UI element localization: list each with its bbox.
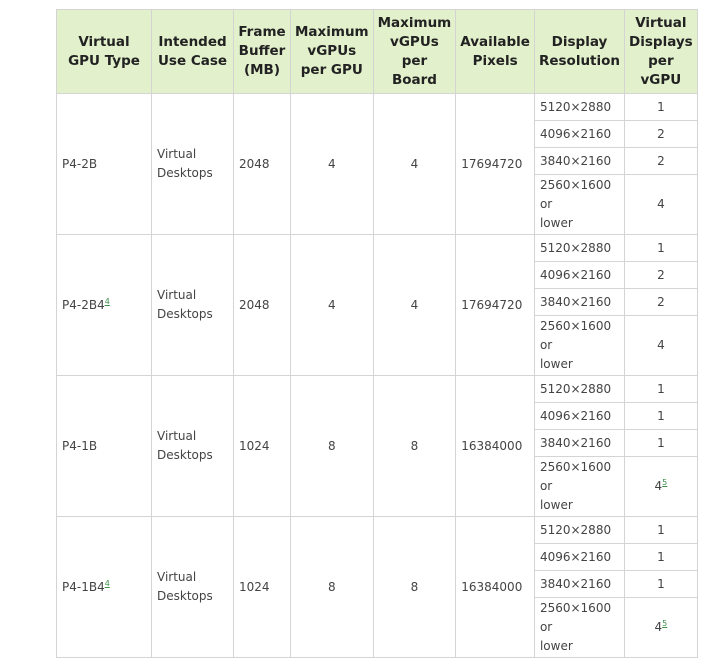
available-pixels-cell: 17694720	[455, 234, 535, 376]
table-row: P4-1B44 Virtual Desktops 1024 8 8 16384000 5120…	[56, 516, 698, 658]
max-vgpus-per-board-cell: 8	[372, 516, 457, 658]
header-cell: Display Resolution	[533, 9, 626, 94]
display-resolution-cell: 5120×2880	[533, 516, 626, 544]
header-text: Virtual	[635, 14, 687, 31]
header-cell: Available Pixels	[455, 9, 535, 94]
virtual-displays-cell: 45	[624, 456, 698, 517]
display-resolution-cell: 2560×1600 or lower	[533, 456, 626, 517]
header-text: vGPU	[640, 71, 682, 88]
max-vgpus-per-gpu-cell: 8	[290, 375, 374, 517]
header-cell: Maximum vGPUs per Board	[372, 9, 457, 94]
header-text: per GPU	[300, 62, 363, 78]
header-text: Resolution	[538, 52, 621, 69]
header-text: GPU Type	[68, 52, 140, 69]
virtual-displays-cell: 1	[624, 570, 698, 598]
display-resolution-cell: 3840×2160	[533, 147, 626, 175]
header-text: per	[648, 52, 674, 69]
available-pixels-cell: 16384000	[455, 375, 535, 517]
header-text: Display	[551, 33, 608, 50]
footnote-link[interactable]: 5	[662, 478, 667, 487]
header-text: per	[401, 52, 428, 69]
header-text: Displays	[629, 33, 693, 50]
display-resolution-cell: 5120×2880	[533, 234, 626, 262]
frame-buffer-cell: 1024	[233, 516, 291, 658]
display-resolution-cell: 4096×2160	[533, 543, 626, 571]
header-text: Maximum	[295, 24, 369, 40]
display-resolution-cell: 3840×2160	[533, 570, 626, 598]
virtual-displays-cell: 1	[624, 93, 698, 121]
header-cell: Maximum vGPUs per GPU	[290, 9, 374, 94]
use-case-cell: Virtual Desktops	[151, 93, 234, 235]
table-row: P4-2B Virtual Desktops 2048 4 4 17694720 5120×2…	[56, 93, 698, 235]
display-resolution-cell: 3840×2160	[533, 429, 626, 457]
virtual-displays-cell: 1	[624, 543, 698, 571]
virtual-displays-cell: 1	[624, 516, 698, 544]
header-text: Pixels	[472, 52, 518, 69]
virtual-displays-cell: 45	[624, 597, 698, 658]
virtual-displays-cell: 1	[624, 234, 698, 262]
available-pixels-cell: 16384000	[455, 516, 535, 658]
frame-buffer-cell: 1024	[233, 375, 291, 517]
virtual-displays-cell: 2	[624, 288, 698, 316]
virtual-displays-cell: 4	[624, 315, 698, 376]
header-text: Buffer	[238, 43, 286, 59]
display-resolution-cell: 2560×1600 or lower	[533, 174, 626, 235]
display-resolution-cell: 4096×2160	[533, 402, 626, 430]
display-resolution-cell: 5120×2880	[533, 375, 626, 403]
vgpu-type-table: Virtual GPU Type Intended Use Case Frame Bu…	[56, 9, 698, 658]
header-cell: Intended Use Case	[151, 9, 234, 94]
header-cell: Frame Buffer (MB)	[233, 9, 291, 94]
header-text: Intended	[158, 33, 227, 50]
display-resolution-cell: 5120×2880	[533, 93, 626, 121]
header-text: vGPUs	[390, 33, 439, 50]
virtual-displays-cell: 2	[624, 147, 698, 175]
display-resolution-cell: 3840×2160	[533, 288, 626, 316]
virtual-displays-cell: 4	[624, 174, 698, 235]
header-text: Board	[391, 71, 437, 88]
header-text: Maximum	[377, 14, 452, 31]
available-pixels-cell: 17694720	[455, 93, 535, 235]
virtual-displays-cell: 1	[624, 375, 698, 403]
frame-buffer-cell: 2048	[233, 234, 291, 376]
header-text: Available	[460, 33, 530, 50]
frame-buffer-cell: 2048	[233, 93, 291, 235]
header-text: (MB)	[243, 62, 281, 78]
header-text: Virtual	[78, 33, 130, 50]
vgpu-type-cell: P4-1B	[56, 375, 152, 517]
vgpu-type-cell: P4-2B	[56, 93, 152, 235]
max-vgpus-per-board-cell: 8	[372, 375, 457, 517]
use-case-cell: Virtual Desktops	[151, 375, 234, 517]
header-text: vGPUs	[307, 43, 357, 59]
footnote-link[interactable]: 5	[662, 619, 667, 628]
max-vgpus-per-board-cell: 4	[372, 93, 457, 235]
header-text: Frame	[238, 24, 286, 40]
vgpu-type-cell: P4-2B44	[56, 234, 152, 376]
header-cell: Virtual Displays per vGPU	[624, 9, 698, 94]
max-vgpus-per-board-cell: 4	[372, 234, 457, 376]
table-row: P4-2B44 Virtual Desktops 2048 4 4 17694720 5120…	[56, 234, 698, 376]
footnote-link[interactable]: 4	[105, 579, 110, 588]
max-vgpus-per-gpu-cell: 4	[290, 234, 374, 376]
virtual-displays-cell: 1	[624, 429, 698, 457]
display-resolution-cell: 4096×2160	[533, 120, 626, 148]
use-case-cell: Virtual Desktops	[151, 516, 234, 658]
max-vgpus-per-gpu-cell: 4	[290, 93, 374, 235]
virtual-displays-cell: 1	[624, 402, 698, 430]
table-row: P4-1B Virtual Desktops 1024 8 8 16384000 5120×2…	[56, 375, 698, 517]
virtual-displays-cell: 2	[624, 120, 698, 148]
vgpu-type-cell: P4-1B44	[56, 516, 152, 658]
use-case-cell: Virtual Desktops	[151, 234, 234, 376]
display-resolution-cell: 4096×2160	[533, 261, 626, 289]
display-resolution-cell: 2560×1600 or lower	[533, 315, 626, 376]
virtual-displays-cell: 2	[624, 261, 698, 289]
max-vgpus-per-gpu-cell: 8	[290, 516, 374, 658]
header-cell: Virtual GPU Type	[56, 9, 152, 94]
display-resolution-cell: 2560×1600 or lower	[533, 597, 626, 658]
header-row: Virtual GPU Type Intended Use Case Frame Bu…	[56, 9, 698, 94]
footnote-link[interactable]: 4	[105, 297, 110, 306]
header-text: Use Case	[157, 52, 228, 69]
